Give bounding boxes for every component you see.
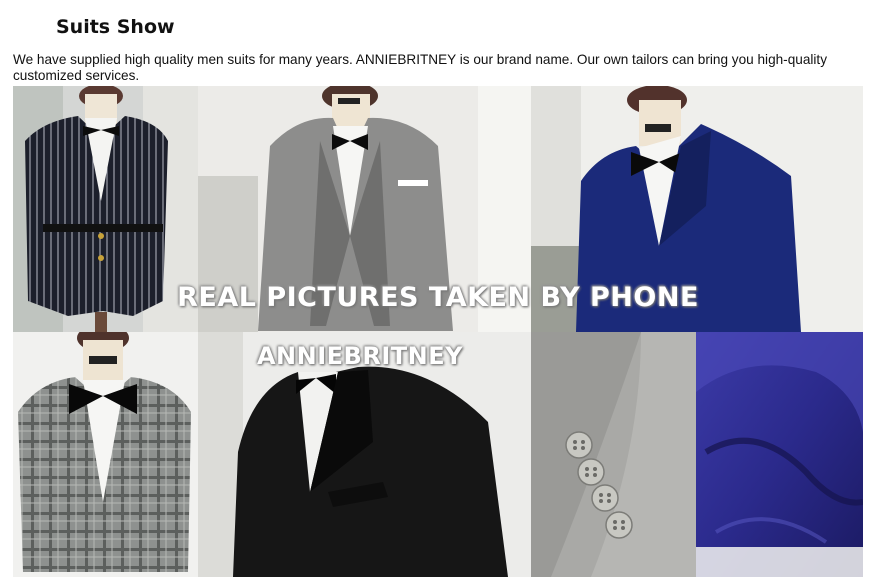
black-pinstripe-suit-photo[interactable] bbox=[13, 86, 198, 332]
page-title: Suits Show bbox=[56, 16, 175, 38]
suits-photo-collage: REAL PICTURES TAKEN BY PHONE ANNIEBRITNE… bbox=[13, 86, 863, 577]
navy-blue-suit-photo[interactable] bbox=[531, 86, 863, 332]
intro-text: We have supplied high quality men suits … bbox=[13, 52, 828, 83]
blue-lining-photo[interactable] bbox=[696, 332, 863, 577]
grey-plaid-suit-photo[interactable] bbox=[13, 332, 198, 577]
grey-three-piece-suit-photo[interactable] bbox=[198, 86, 531, 332]
sleeve-buttons-photo[interactable] bbox=[531, 332, 696, 577]
black-suit-photo[interactable] bbox=[198, 332, 531, 577]
